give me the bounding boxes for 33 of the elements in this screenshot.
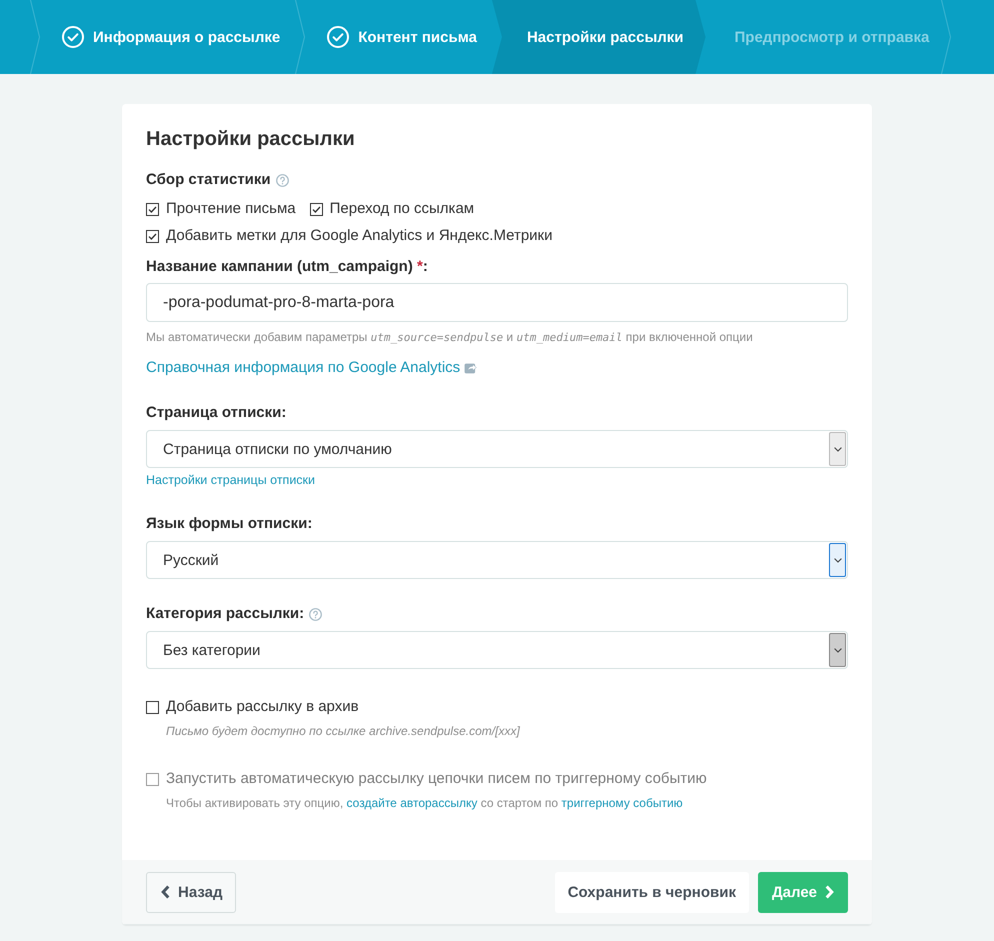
checkbox-label[interactable]: Переход по ссылкам bbox=[330, 199, 474, 219]
back-button[interactable]: Назад bbox=[146, 872, 236, 912]
hint-text: Письмо будет доступно по ссылке archive.sendpulse.com/[xxx] bbox=[166, 723, 521, 739]
check-circle-icon bbox=[327, 26, 350, 48]
field-label: Страница отписки: bbox=[146, 403, 286, 423]
text-input[interactable]: -pora-podumat-pro-8-marta-pora bbox=[146, 283, 848, 322]
caret-icon bbox=[834, 558, 842, 562]
check-circle-icon bbox=[62, 26, 84, 48]
checkbox[interactable] bbox=[146, 230, 159, 242]
select-field[interactable]: Русский bbox=[146, 541, 848, 579]
field-label: Язык формы отписки: bbox=[146, 514, 312, 534]
checkbox-label[interactable]: Добавить метки для Google Analytics и Яндекс.Метрики bbox=[166, 226, 552, 246]
checkbox[interactable] bbox=[146, 700, 159, 714]
checkbox-label[interactable]: Добавить рассылку в архив bbox=[166, 697, 359, 717]
hint-text: Чтобы активировать эту опцию, создайте авторассылку со стартом по триггерному событию bbox=[166, 795, 684, 811]
checkbox[interactable] bbox=[146, 202, 159, 216]
checkbox-label[interactable]: Прочтение письма bbox=[166, 199, 296, 219]
field-label: Категория рассылки: bbox=[146, 604, 304, 624]
select-field[interactable]: Без категории bbox=[146, 631, 848, 669]
hint-text: Мы автоматически добавим параметры utm_source=sendpulse и utm_medium=email при включенной опции bbox=[146, 329, 754, 346]
field-label: Название кампании (utm_campaign) *: bbox=[146, 257, 429, 277]
checkbox-label: Запустить автоматическую рассылку цепочки писем по триггерному событию bbox=[166, 769, 707, 789]
caret-icon bbox=[834, 648, 842, 652]
field-label: Сбор статистики bbox=[146, 170, 271, 190]
select-field[interactable]: Страница отписки по умолчанию bbox=[146, 430, 848, 468]
chevron-right-icon bbox=[825, 885, 834, 899]
save-draft-button[interactable]: Сохранить в черновик bbox=[554, 872, 749, 912]
card-title: Настройки рассылки bbox=[146, 127, 356, 152]
caret-icon bbox=[834, 446, 842, 452]
checkbox[interactable] bbox=[310, 202, 323, 216]
dropdown-button[interactable] bbox=[829, 543, 846, 577]
chevron-left-icon bbox=[161, 885, 170, 899]
step-tab[interactable]: Настройки рассылки bbox=[492, 0, 706, 74]
